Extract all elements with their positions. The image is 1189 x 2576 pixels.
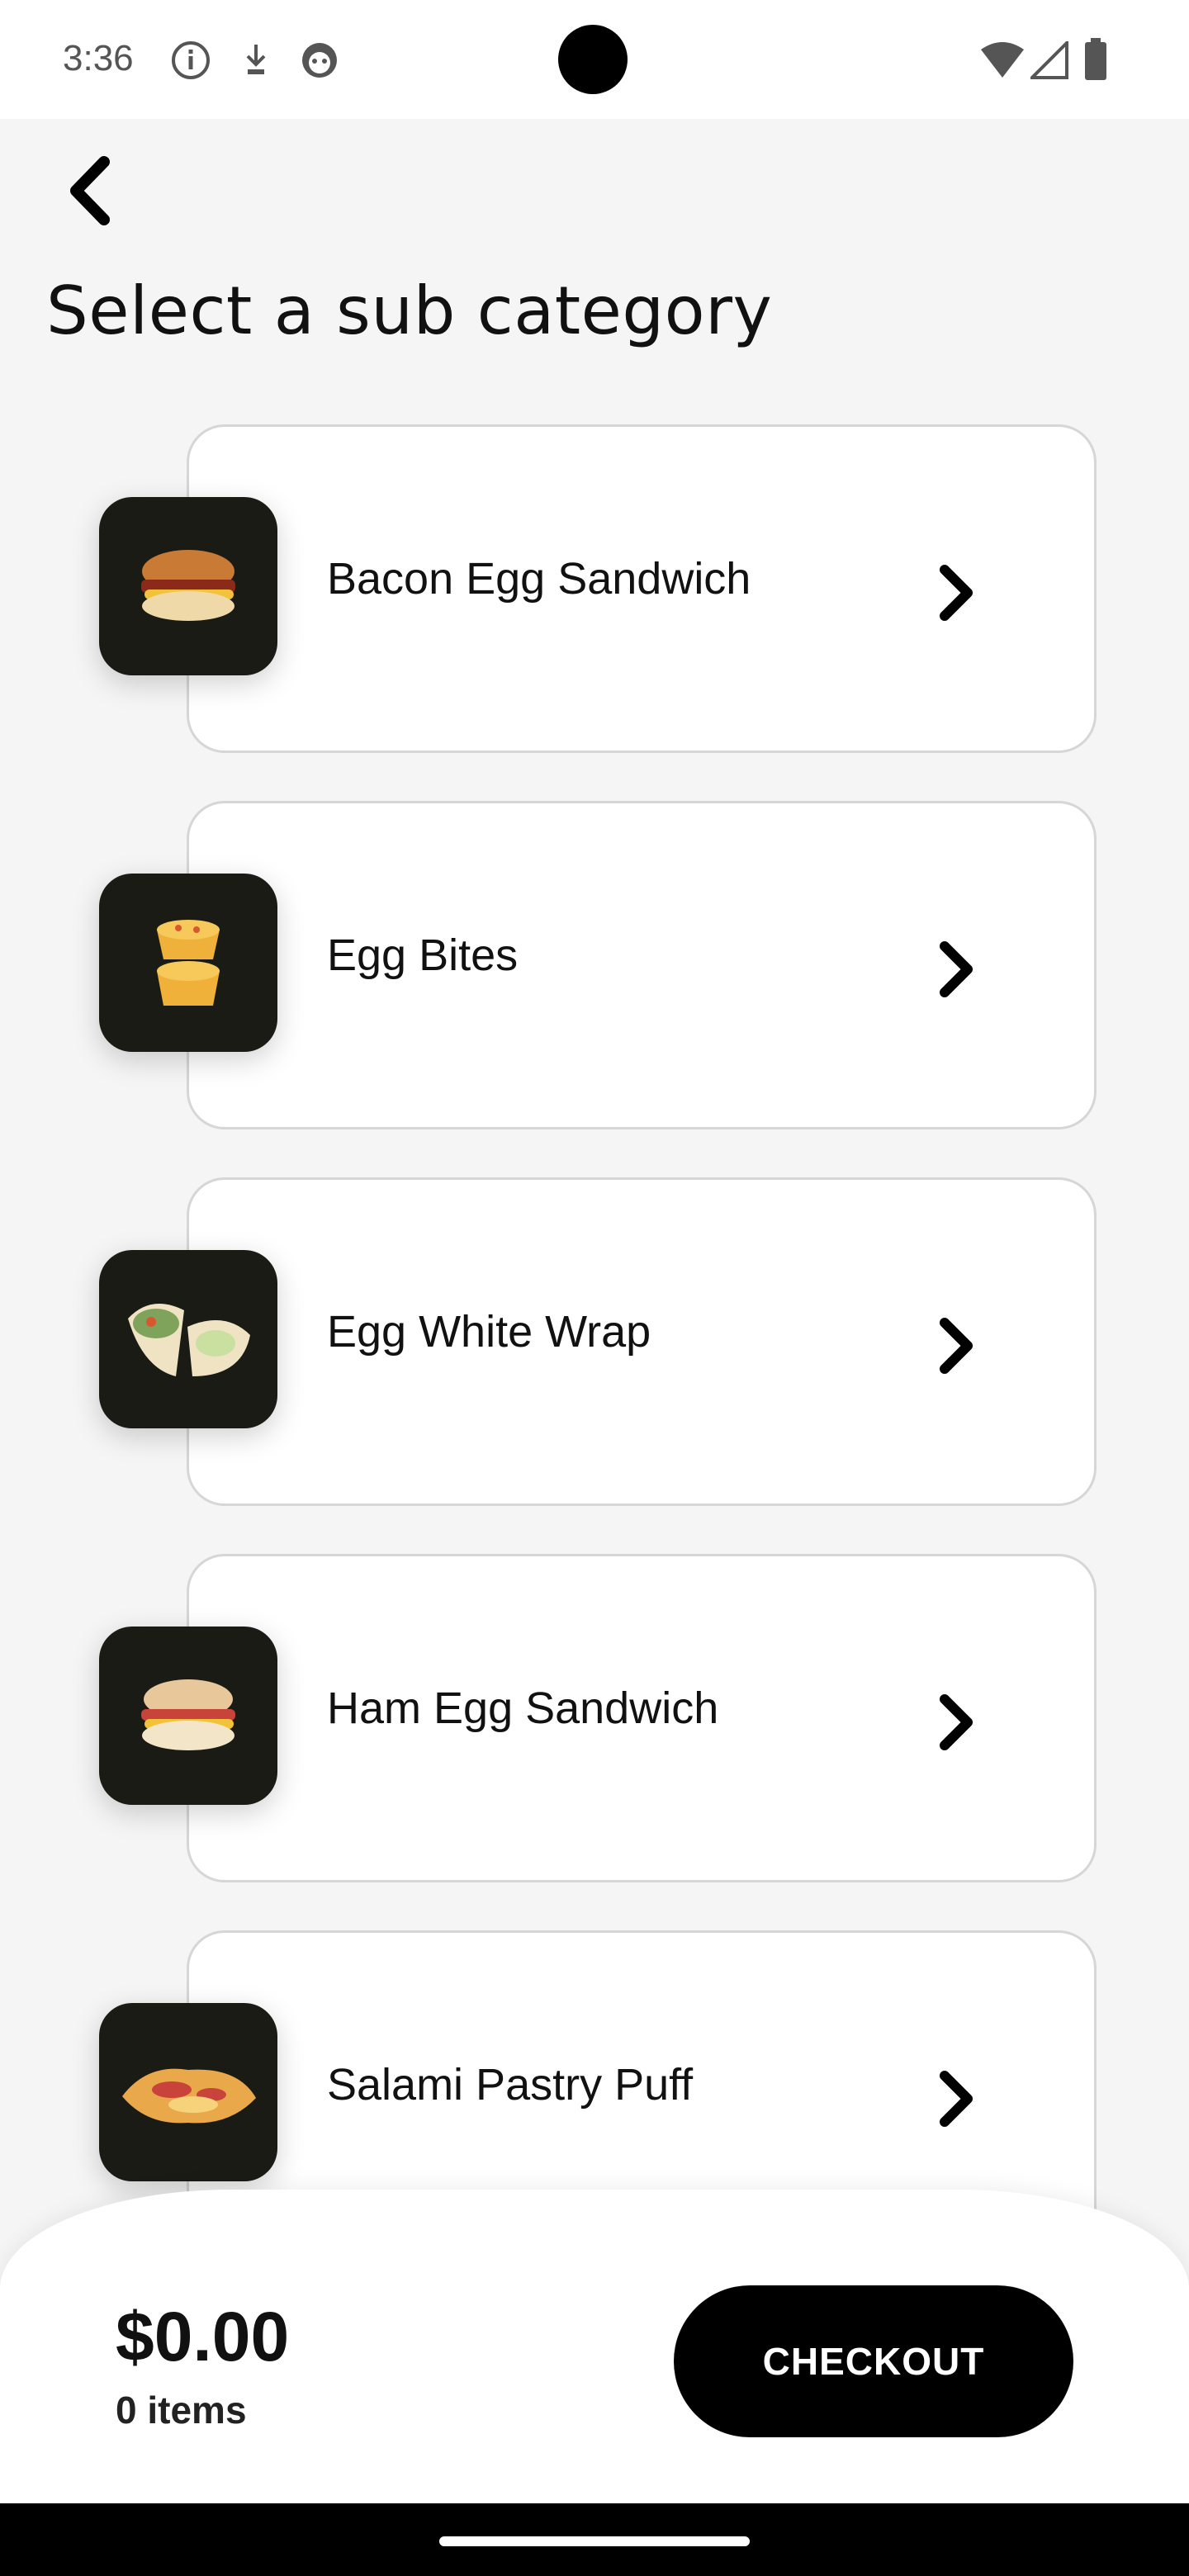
sandwich-image <box>99 497 277 675</box>
system-nav-bar <box>0 2503 1189 2576</box>
app-face-icon <box>302 43 337 78</box>
list-item[interactable]: Egg White Wrap <box>0 1177 1189 1508</box>
info-icon <box>172 41 210 79</box>
wrap-image <box>99 1250 277 1428</box>
signal-icon <box>1030 41 1068 79</box>
page-title: Select a sub category <box>46 272 773 349</box>
subcategory-label: Ham Egg Sandwich <box>327 1683 719 1733</box>
chevron-right-icon <box>940 941 973 997</box>
list-item[interactable]: Ham Egg Sandwich <box>0 1554 1189 1884</box>
egg-bites-image <box>99 874 277 1052</box>
chevron-right-icon <box>940 1318 973 1374</box>
back-button[interactable] <box>58 154 124 228</box>
status-time: 3:36 <box>63 38 134 78</box>
subcategory-label: Salami Pastry Puff <box>327 2060 694 2110</box>
list-item[interactable]: Egg Bites <box>0 801 1189 1131</box>
subcategory-label: Bacon Egg Sandwich <box>327 554 751 604</box>
cart-total: $0.00 <box>116 2298 290 2375</box>
sandwich-image <box>99 1627 277 1805</box>
chevron-right-icon <box>940 1694 973 1750</box>
camera-cutout <box>558 25 628 94</box>
cart-item-count: 0 items <box>116 2389 247 2432</box>
cart-summary-sheet: $0.00 0 items CHECKOUT <box>0 2190 1189 2503</box>
checkout-button[interactable]: CHECKOUT <box>674 2285 1073 2437</box>
list-item[interactable]: Bacon Egg Sandwich <box>0 424 1189 755</box>
download-icon <box>246 45 266 74</box>
subcategory-label: Egg White Wrap <box>327 1307 651 1357</box>
pastry-image <box>99 2003 277 2181</box>
home-gesture-handle[interactable] <box>439 2536 750 2546</box>
wifi-icon <box>981 42 1024 78</box>
status-bar: 3:36 <box>0 0 1189 119</box>
chevron-right-icon <box>940 565 973 621</box>
subcategory-label: Egg Bites <box>327 930 519 980</box>
chevron-right-icon <box>940 2071 973 2127</box>
battery-icon <box>1085 38 1106 80</box>
